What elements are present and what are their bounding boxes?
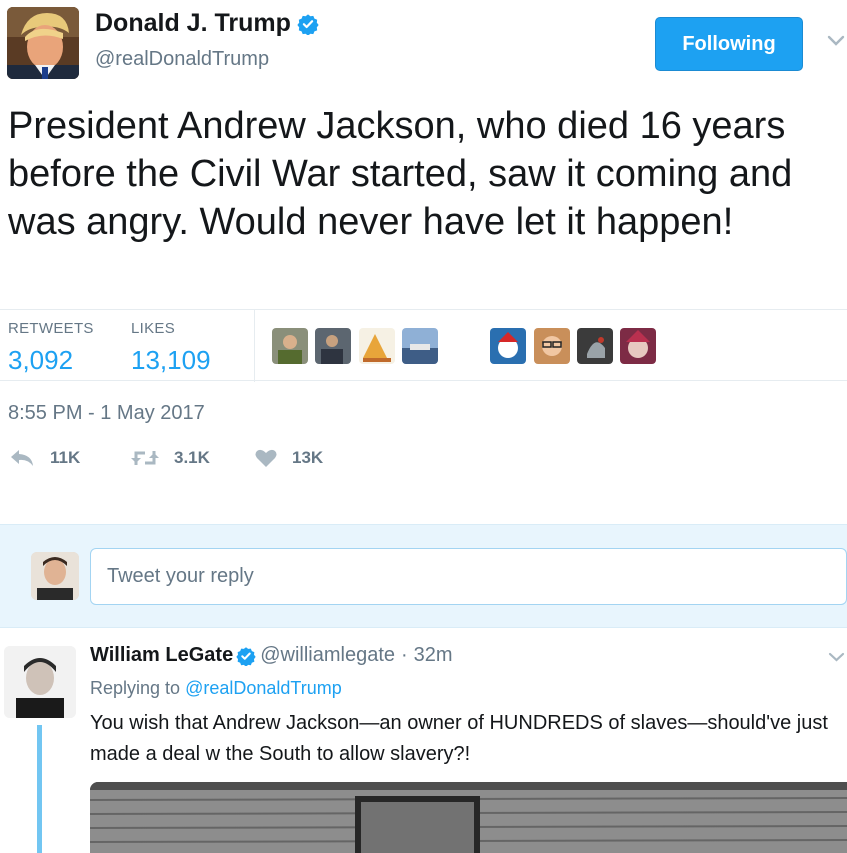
liker-avatar[interactable] <box>272 328 308 364</box>
main-tweet: Donald J. Trump @realDonaldTrump Followi… <box>0 0 847 524</box>
reply-composer <box>0 524 847 628</box>
current-user-avatar[interactable] <box>31 552 79 600</box>
liker-avatar[interactable] <box>359 328 395 364</box>
replying-to-link[interactable]: @realDonaldTrump <box>185 678 342 698</box>
like-action[interactable]: 13K <box>254 447 323 469</box>
reply-author-handle[interactable]: @williamlegate <box>260 644 395 667</box>
tweet-actions: 11K 3.1K 13K <box>0 447 847 481</box>
retweets-label: RETWEETS <box>8 320 94 337</box>
likes-label: LIKES <box>131 320 176 337</box>
like-count: 13K <box>292 448 324 467</box>
separator-dot: · <box>401 644 408 666</box>
retweet-count: 3.1K <box>174 448 210 467</box>
reply-count: 11K <box>50 448 81 467</box>
retweet-action[interactable]: 3.1K <box>130 447 210 469</box>
author-name[interactable]: Donald J. Trump <box>95 9 291 38</box>
tweet-timestamp[interactable]: 8:55 PM - 1 May 2017 <box>8 402 205 425</box>
reply-input[interactable] <box>90 548 847 605</box>
liker-avatar[interactable] <box>315 328 351 364</box>
author-avatar[interactable] <box>7 7 79 79</box>
verified-badge-icon <box>297 13 319 35</box>
reply-media-image[interactable] <box>90 782 847 853</box>
reply-author-avatar[interactable] <box>4 646 76 718</box>
heart-icon <box>255 449 277 467</box>
tweet-text: President Andrew Jackson, who died 16 ye… <box>8 105 793 243</box>
likes-count[interactable]: 13,109 <box>131 345 211 376</box>
reply-time[interactable]: 32m <box>414 644 453 667</box>
liker-avatar[interactable] <box>490 328 526 364</box>
replying-to: Replying to @realDonaldTrump <box>90 678 342 699</box>
replying-prefix: Replying to <box>90 678 181 698</box>
liker-avatar[interactable] <box>402 328 438 364</box>
chevron-down-icon[interactable] <box>826 32 846 50</box>
thread-line <box>37 725 42 853</box>
chevron-down-icon[interactable] <box>828 650 845 664</box>
liker-avatar[interactable] <box>620 328 656 364</box>
reply-author-name[interactable]: William LeGate <box>90 644 233 667</box>
retweets-count[interactable]: 3,092 <box>8 345 94 376</box>
author-name-row[interactable]: Donald J. Trump <box>95 9 319 38</box>
verified-badge-icon <box>236 646 256 666</box>
stats-divider <box>254 310 255 382</box>
liker-avatar[interactable] <box>534 328 570 364</box>
reply-action[interactable]: 11K <box>8 447 80 469</box>
reply-text: You wish that Andrew Jackson—an owner of… <box>90 712 828 765</box>
reply-tweet: William LeGate @williamlegate · 32m Repl… <box>0 628 847 853</box>
reply-icon <box>11 450 33 466</box>
tweet-stats: RETWEETS 3,092 LIKES 13,109 <box>0 309 847 382</box>
reply-author-row: William LeGate @williamlegate · 32m <box>90 644 453 667</box>
following-button[interactable]: Following <box>655 17 803 71</box>
retweet-icon <box>131 451 159 465</box>
liker-avatar[interactable] <box>577 328 613 364</box>
author-handle[interactable]: @realDonaldTrump <box>95 48 269 71</box>
likes-stat[interactable]: LIKES 13,109 <box>131 320 211 376</box>
retweets-stat[interactable]: RETWEETS 3,092 <box>8 320 94 376</box>
